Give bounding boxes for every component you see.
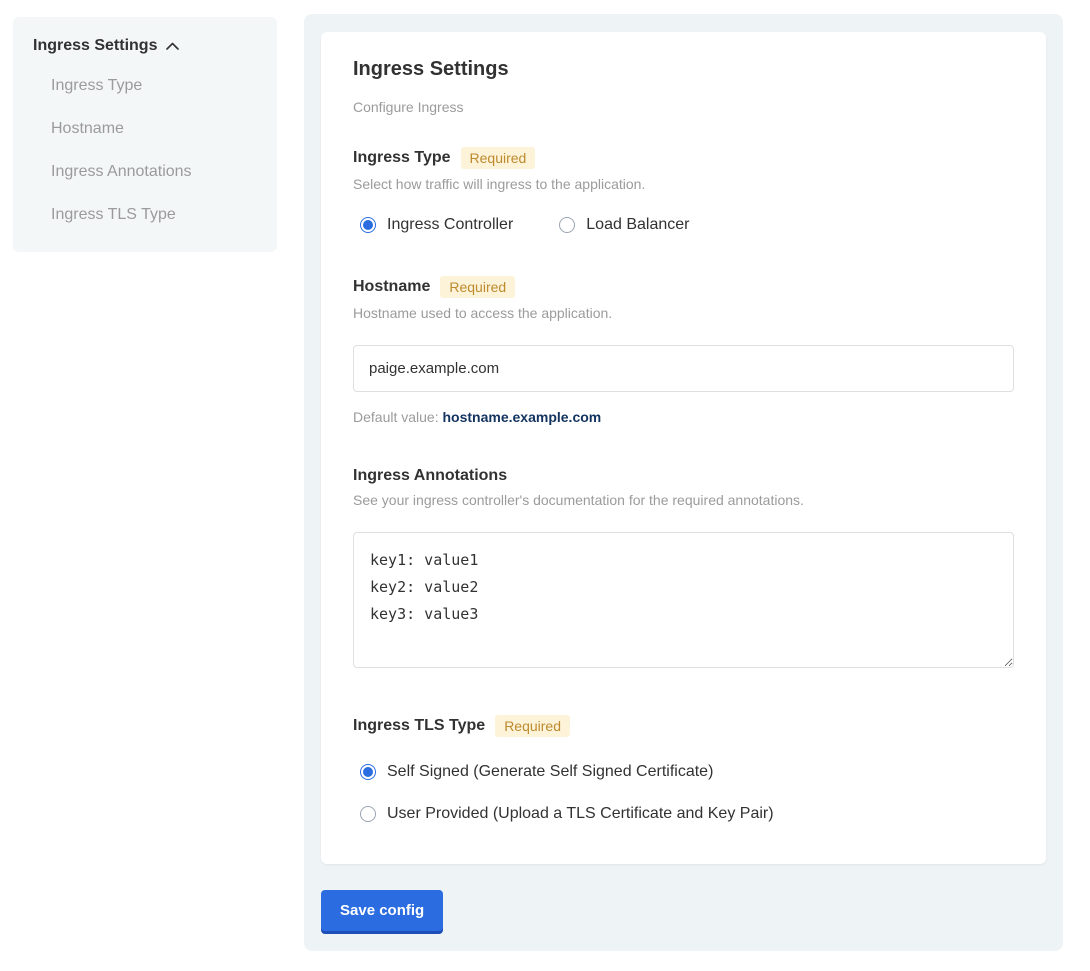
card-title: Ingress Settings bbox=[353, 58, 1014, 81]
tls-type-radio-group: Self Signed (Generate Self Signed Certif… bbox=[360, 763, 1014, 823]
ingress-type-radio-group: Ingress Controller Load Balancer bbox=[360, 216, 1014, 234]
radio-option-self-signed[interactable]: Self Signed (Generate Self Signed Certif… bbox=[360, 763, 1014, 781]
hostname-default-line: Default value: hostname.example.com bbox=[353, 409, 1014, 425]
default-value-text: hostname.example.com bbox=[443, 409, 602, 425]
section-ingress-type: Ingress Type Required Select how traffic… bbox=[353, 147, 1014, 234]
config-main-panel: Ingress Settings Configure Ingress Ingre… bbox=[304, 14, 1063, 951]
section-ingress-tls-type: Ingress TLS Type Required Self Signed (G… bbox=[353, 715, 1014, 823]
sidebar-item-ingress-type[interactable]: Ingress Type bbox=[51, 77, 257, 95]
page-layout: Ingress Settings Ingress Type Hostname I… bbox=[0, 0, 1090, 971]
sidebar-item-ingress-tls-type[interactable]: Ingress TLS Type bbox=[51, 206, 257, 224]
sidebar-group-label: Ingress Settings bbox=[33, 37, 157, 55]
required-badge: Required bbox=[495, 715, 570, 737]
radio-option-user-provided[interactable]: User Provided (Upload a TLS Certificate … bbox=[360, 805, 1014, 823]
required-badge: Required bbox=[440, 276, 515, 298]
section-label-ingress-tls-type: Ingress TLS Type bbox=[353, 717, 485, 735]
config-nav-sidebar: Ingress Settings Ingress Type Hostname I… bbox=[13, 17, 277, 252]
sidebar-item-hostname[interactable]: Hostname bbox=[51, 120, 257, 138]
section-label-ingress-type: Ingress Type bbox=[353, 149, 451, 167]
config-card: Ingress Settings Configure Ingress Ingre… bbox=[321, 32, 1046, 864]
radio-self-signed[interactable] bbox=[360, 764, 376, 780]
radio-option-load-balancer[interactable]: Load Balancer bbox=[559, 216, 689, 234]
section-help-text: See your ingress controller's documentat… bbox=[353, 492, 1014, 508]
section-header: Hostname Required bbox=[353, 276, 1014, 298]
section-help-text: Hostname used to access the application. bbox=[353, 305, 1014, 321]
section-header: Ingress Type Required bbox=[353, 147, 1014, 169]
hostname-input[interactable] bbox=[353, 345, 1014, 392]
radio-label: Self Signed (Generate Self Signed Certif… bbox=[387, 763, 713, 781]
radio-label: User Provided (Upload a TLS Certificate … bbox=[387, 805, 774, 823]
section-help-text: Select how traffic will ingress to the a… bbox=[353, 176, 1014, 192]
radio-option-ingress-controller[interactable]: Ingress Controller bbox=[360, 216, 513, 234]
save-config-button[interactable]: Save config bbox=[321, 890, 443, 931]
annotations-textarea[interactable]: key1: value1 key2: value2 key3: value3 bbox=[353, 532, 1014, 668]
section-label-ingress-annotations: Ingress Annotations bbox=[353, 467, 507, 485]
section-header: Ingress TLS Type Required bbox=[353, 715, 1014, 737]
section-header: Ingress Annotations bbox=[353, 467, 1014, 485]
radio-user-provided[interactable] bbox=[360, 806, 376, 822]
required-badge: Required bbox=[461, 147, 536, 169]
radio-label: Load Balancer bbox=[586, 216, 689, 234]
card-subtitle: Configure Ingress bbox=[353, 99, 1014, 115]
radio-load-balancer[interactable] bbox=[559, 217, 575, 233]
sidebar-group-ingress-settings[interactable]: Ingress Settings bbox=[33, 37, 257, 55]
sidebar-item-ingress-annotations[interactable]: Ingress Annotations bbox=[51, 163, 257, 181]
chevron-up-icon bbox=[166, 42, 179, 50]
radio-ingress-controller[interactable] bbox=[360, 217, 376, 233]
section-label-hostname: Hostname bbox=[353, 278, 430, 296]
section-ingress-annotations: Ingress Annotations See your ingress con… bbox=[353, 467, 1014, 673]
radio-label: Ingress Controller bbox=[387, 216, 513, 234]
section-hostname: Hostname Required Hostname used to acces… bbox=[353, 276, 1014, 425]
default-value-label: Default value: bbox=[353, 409, 439, 425]
